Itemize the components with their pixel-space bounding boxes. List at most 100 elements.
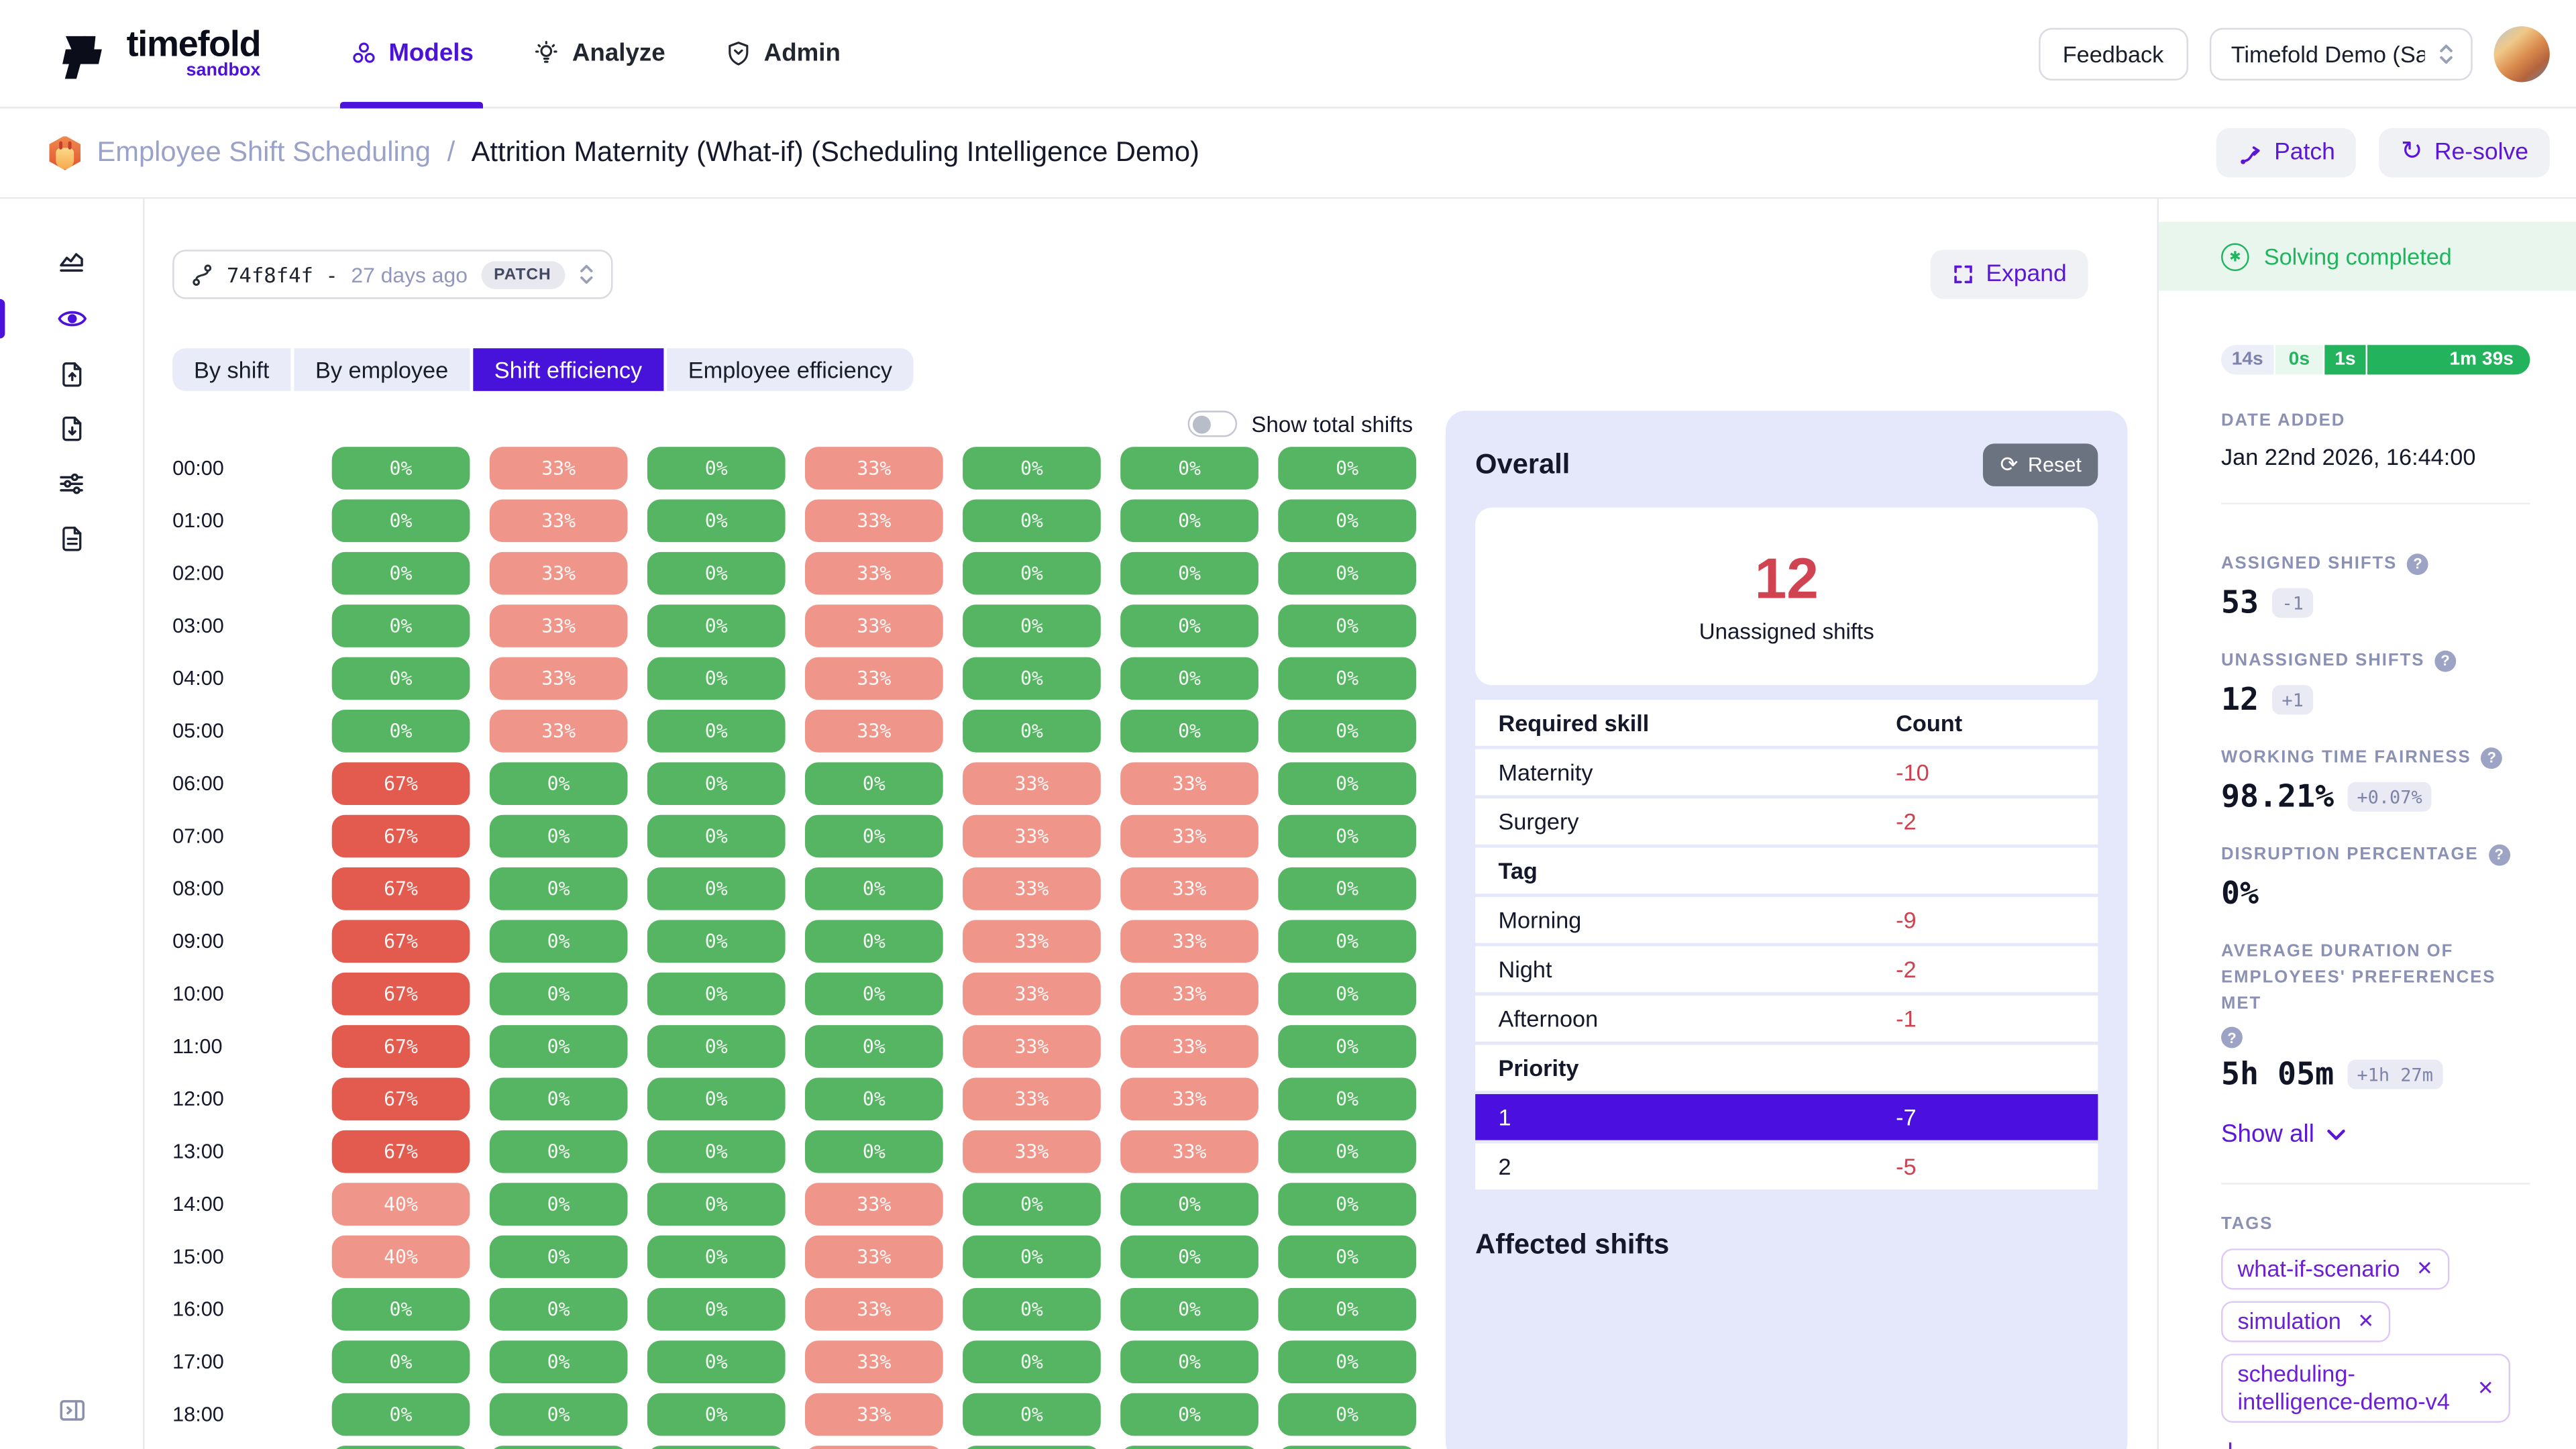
efficiency-cell[interactable]: 33% [1120,1130,1258,1173]
efficiency-cell[interactable]: 33% [1120,973,1258,1016]
efficiency-cell[interactable]: 0% [332,1446,470,1449]
sidebar-item-logs[interactable] [0,524,143,553]
efficiency-cell[interactable]: 33% [963,1078,1101,1121]
efficiency-cell[interactable]: 0% [332,499,470,542]
efficiency-cell[interactable]: 0% [647,1446,786,1449]
efficiency-cell[interactable]: 0% [1120,499,1258,542]
efficiency-cell[interactable]: 0% [490,1236,628,1279]
efficiency-cell[interactable]: 0% [490,1446,628,1449]
efficiency-cell[interactable]: 67% [332,1025,470,1068]
nav-item-models[interactable]: Models [350,0,474,107]
efficiency-cell[interactable]: 0% [805,1078,943,1121]
efficiency-cell[interactable]: 33% [963,815,1101,858]
remove-tag-icon[interactable]: ✕ [2357,1307,2374,1336]
tab-by-shift[interactable]: By shift [172,348,290,391]
reset-button[interactable]: ⟳ Reset [1984,443,2098,486]
efficiency-cell[interactable]: 67% [332,920,470,963]
efficiency-cell[interactable]: 33% [490,552,628,595]
efficiency-cell[interactable]: 0% [490,762,628,805]
efficiency-cell[interactable]: 0% [1278,867,1416,910]
resolve-button[interactable]: ↻ Re-solve [2379,128,2550,177]
efficiency-cell[interactable]: 0% [963,710,1101,753]
efficiency-cell[interactable]: 0% [647,710,786,753]
efficiency-cell[interactable]: 0% [490,1078,628,1121]
version-select[interactable]: 74f8f4f - 27 days ago PATCH [172,250,612,299]
efficiency-cell[interactable]: 40% [332,1183,470,1226]
sidebar-expand-button[interactable] [56,1395,87,1426]
help-icon[interactable]: ? [2221,1027,2243,1049]
table-row-afternoon[interactable]: Afternoon-1 [1475,996,2098,1042]
efficiency-cell[interactable]: 0% [490,920,628,963]
efficiency-cell[interactable]: 33% [805,447,943,490]
efficiency-cell[interactable]: 0% [1278,1340,1416,1383]
efficiency-cell[interactable]: 0% [1278,710,1416,753]
efficiency-cell[interactable]: 67% [332,973,470,1016]
efficiency-cell[interactable]: 0% [1278,1183,1416,1226]
efficiency-cell[interactable]: 0% [805,973,943,1016]
nav-item-analyze[interactable]: Analyze [533,0,665,107]
efficiency-cell[interactable]: 0% [647,1288,786,1331]
efficiency-cell[interactable]: 0% [332,657,470,700]
efficiency-cell[interactable]: 33% [805,1288,943,1331]
efficiency-cell[interactable]: 0% [332,447,470,490]
efficiency-cell[interactable]: 0% [1120,710,1258,753]
efficiency-cell[interactable]: 0% [490,1288,628,1331]
efficiency-cell[interactable]: 0% [647,604,786,647]
efficiency-cell[interactable]: 0% [647,1130,786,1173]
tag-what-if-scenario[interactable]: what-if-scenario✕ [2221,1248,2449,1289]
efficiency-cell[interactable]: 0% [1120,447,1258,490]
table-row-maternity[interactable]: Maternity-10 [1475,749,2098,796]
efficiency-cell[interactable]: 67% [332,762,470,805]
sidebar-item-file-download[interactable] [0,414,143,443]
efficiency-cell[interactable]: 0% [490,815,628,858]
help-icon[interactable]: ? [2434,650,2456,672]
sidebar-item-settings[interactable] [0,468,143,500]
nav-item-admin[interactable]: Admin [724,0,841,107]
efficiency-cell[interactable]: 0% [963,657,1101,700]
efficiency-cell[interactable]: 33% [805,1340,943,1383]
efficiency-cell[interactable]: 33% [805,1393,943,1436]
efficiency-cell[interactable]: 33% [1120,815,1258,858]
efficiency-cell[interactable]: 0% [332,1288,470,1331]
efficiency-cell[interactable]: 0% [1278,604,1416,647]
efficiency-cell[interactable]: 33% [963,1130,1101,1173]
remove-tag-icon[interactable]: ✕ [2477,1375,2494,1403]
efficiency-cell[interactable]: 0% [1278,1236,1416,1279]
efficiency-cell[interactable]: 33% [490,447,628,490]
remove-tag-icon[interactable]: ✕ [2416,1255,2433,1283]
efficiency-cell[interactable]: 0% [332,552,470,595]
efficiency-cell[interactable]: 0% [1120,657,1258,700]
efficiency-cell[interactable]: 0% [963,1236,1101,1279]
efficiency-cell[interactable]: 0% [1278,920,1416,963]
efficiency-cell[interactable]: 0% [805,920,943,963]
efficiency-cell[interactable]: 0% [963,1340,1101,1383]
efficiency-cell[interactable]: 0% [647,867,786,910]
efficiency-cell[interactable]: 0% [647,1078,786,1121]
table-row-morning[interactable]: Morning-9 [1475,897,2098,943]
sidebar-item-area-chart[interactable] [0,246,143,278]
tab-employee-efficiency[interactable]: Employee efficiency [667,348,914,391]
efficiency-cell[interactable]: 0% [1120,1288,1258,1331]
efficiency-cell[interactable]: 33% [963,1025,1101,1068]
sidebar-item-file-upload[interactable] [0,360,143,389]
efficiency-cell[interactable]: 0% [963,447,1101,490]
efficiency-cell[interactable]: 0% [805,762,943,805]
efficiency-cell[interactable]: 33% [490,710,628,753]
sidebar-item-view[interactable] [0,303,143,335]
efficiency-cell[interactable]: 0% [1278,1446,1416,1449]
efficiency-cell[interactable]: 0% [805,1025,943,1068]
efficiency-cell[interactable]: 0% [963,604,1101,647]
efficiency-cell[interactable]: 33% [1120,867,1258,910]
efficiency-cell[interactable]: 0% [490,973,628,1016]
efficiency-cell[interactable]: 33% [490,499,628,542]
efficiency-cell[interactable]: 0% [647,762,786,805]
efficiency-cell[interactable]: 0% [332,604,470,647]
efficiency-cell[interactable]: 33% [805,499,943,542]
efficiency-cell[interactable]: 33% [1120,1025,1258,1068]
brand-logo[interactable]: timefold sandbox [49,22,260,85]
efficiency-cell[interactable]: 0% [1120,1340,1258,1383]
efficiency-cell[interactable]: 0% [963,1446,1101,1449]
show-total-shifts-toggle[interactable] [1187,411,1236,437]
efficiency-cell[interactable]: 0% [1278,1288,1416,1331]
tab-shift-efficiency[interactable]: Shift efficiency [473,348,663,391]
